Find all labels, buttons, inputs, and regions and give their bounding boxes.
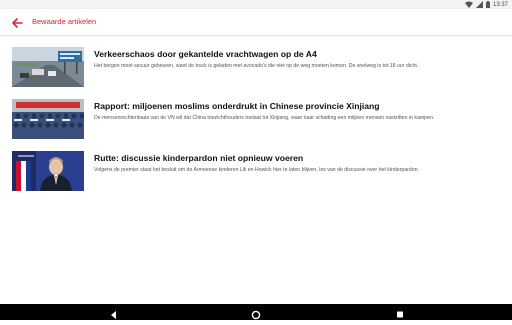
article-headline: Rapport: miljoenen moslims onderdrukt in… bbox=[94, 101, 380, 111]
article-headline: Rutte: discussie kinderpardon niet opnie… bbox=[94, 153, 304, 163]
article-item[interactable]: Rutte: discussie kinderpardon niet opnie… bbox=[12, 151, 502, 191]
circle-home-icon bbox=[251, 310, 261, 320]
article-summary: Volgens de premier staat het besluit om … bbox=[94, 167, 419, 173]
arrow-left-icon bbox=[12, 18, 23, 28]
system-navigation-bar bbox=[0, 304, 512, 320]
nav-back-button[interactable] bbox=[108, 307, 120, 319]
article-thumbnail bbox=[12, 47, 84, 87]
page-title: Bewaarde artikelen bbox=[32, 17, 97, 26]
article-thumbnail bbox=[12, 99, 84, 139]
article-summary: De mensenrechtenbaas van de VN wil dat C… bbox=[94, 115, 435, 121]
article-headline: Verkeerschaos door gekantelde vrachtwage… bbox=[94, 49, 317, 59]
article-item[interactable]: Verkeerschaos door gekantelde vrachtwage… bbox=[12, 47, 502, 87]
nav-recents-button[interactable] bbox=[394, 307, 406, 318]
battery-icon bbox=[485, 1, 490, 8]
article-thumbnail bbox=[12, 151, 84, 191]
status-bar: 13:37 bbox=[0, 0, 512, 9]
square-recents-icon bbox=[397, 311, 403, 318]
triangle-back-icon bbox=[111, 311, 116, 319]
article-summary: Het bergen moet secuur gebeuren, want de… bbox=[94, 63, 419, 69]
signal-icon bbox=[475, 1, 483, 8]
clock-time: 13:37 bbox=[492, 1, 508, 8]
article-item[interactable]: Rapport: miljoenen moslims onderdrukt in… bbox=[12, 99, 502, 139]
app-toolbar: Bewaarde artikelen bbox=[0, 9, 512, 36]
wifi-icon bbox=[464, 1, 473, 8]
back-button[interactable] bbox=[9, 15, 25, 31]
nav-home-button[interactable] bbox=[250, 307, 262, 320]
